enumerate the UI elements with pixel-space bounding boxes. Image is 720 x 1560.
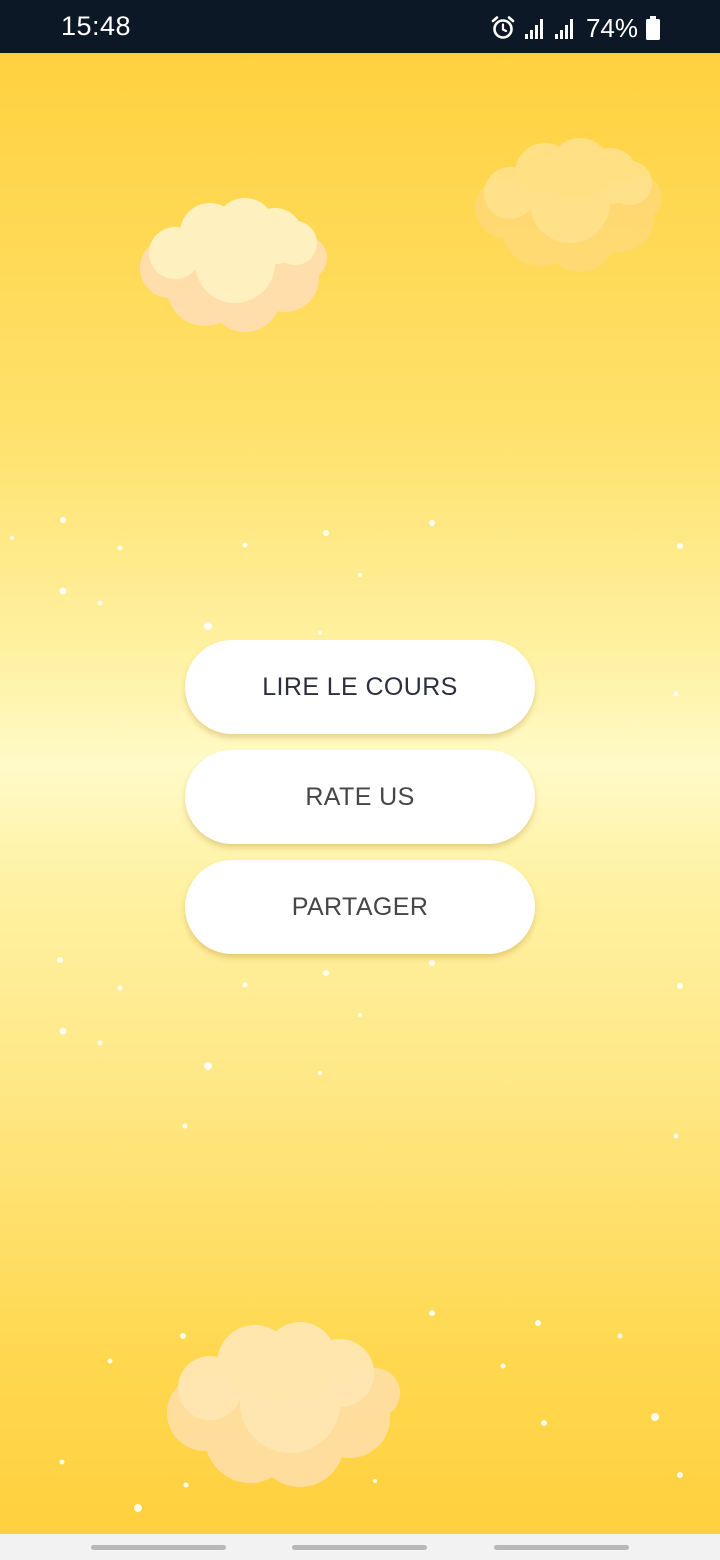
read-course-button[interactable]: LIRE LE COURS — [185, 640, 535, 734]
signal-icon — [524, 16, 546, 40]
signal-icon — [554, 16, 576, 40]
recent-apps-button[interactable] — [91, 1545, 226, 1550]
battery-icon — [646, 16, 660, 40]
status-bar: 15:48 74% — [0, 0, 720, 53]
share-button[interactable]: PARTAGER — [185, 860, 535, 954]
battery-percent: 74% — [585, 12, 638, 43]
alarm-icon — [490, 15, 516, 41]
status-icons: 74% — [490, 12, 660, 44]
navigation-bar — [0, 1534, 720, 1560]
rate-us-button[interactable]: RATE US — [185, 750, 535, 844]
home-button[interactable] — [292, 1545, 427, 1550]
status-time: 15:48 — [61, 11, 132, 41]
back-button[interactable] — [494, 1545, 629, 1550]
menu-screen: LIRE LE COURS RATE US PARTAGER — [0, 53, 720, 1534]
